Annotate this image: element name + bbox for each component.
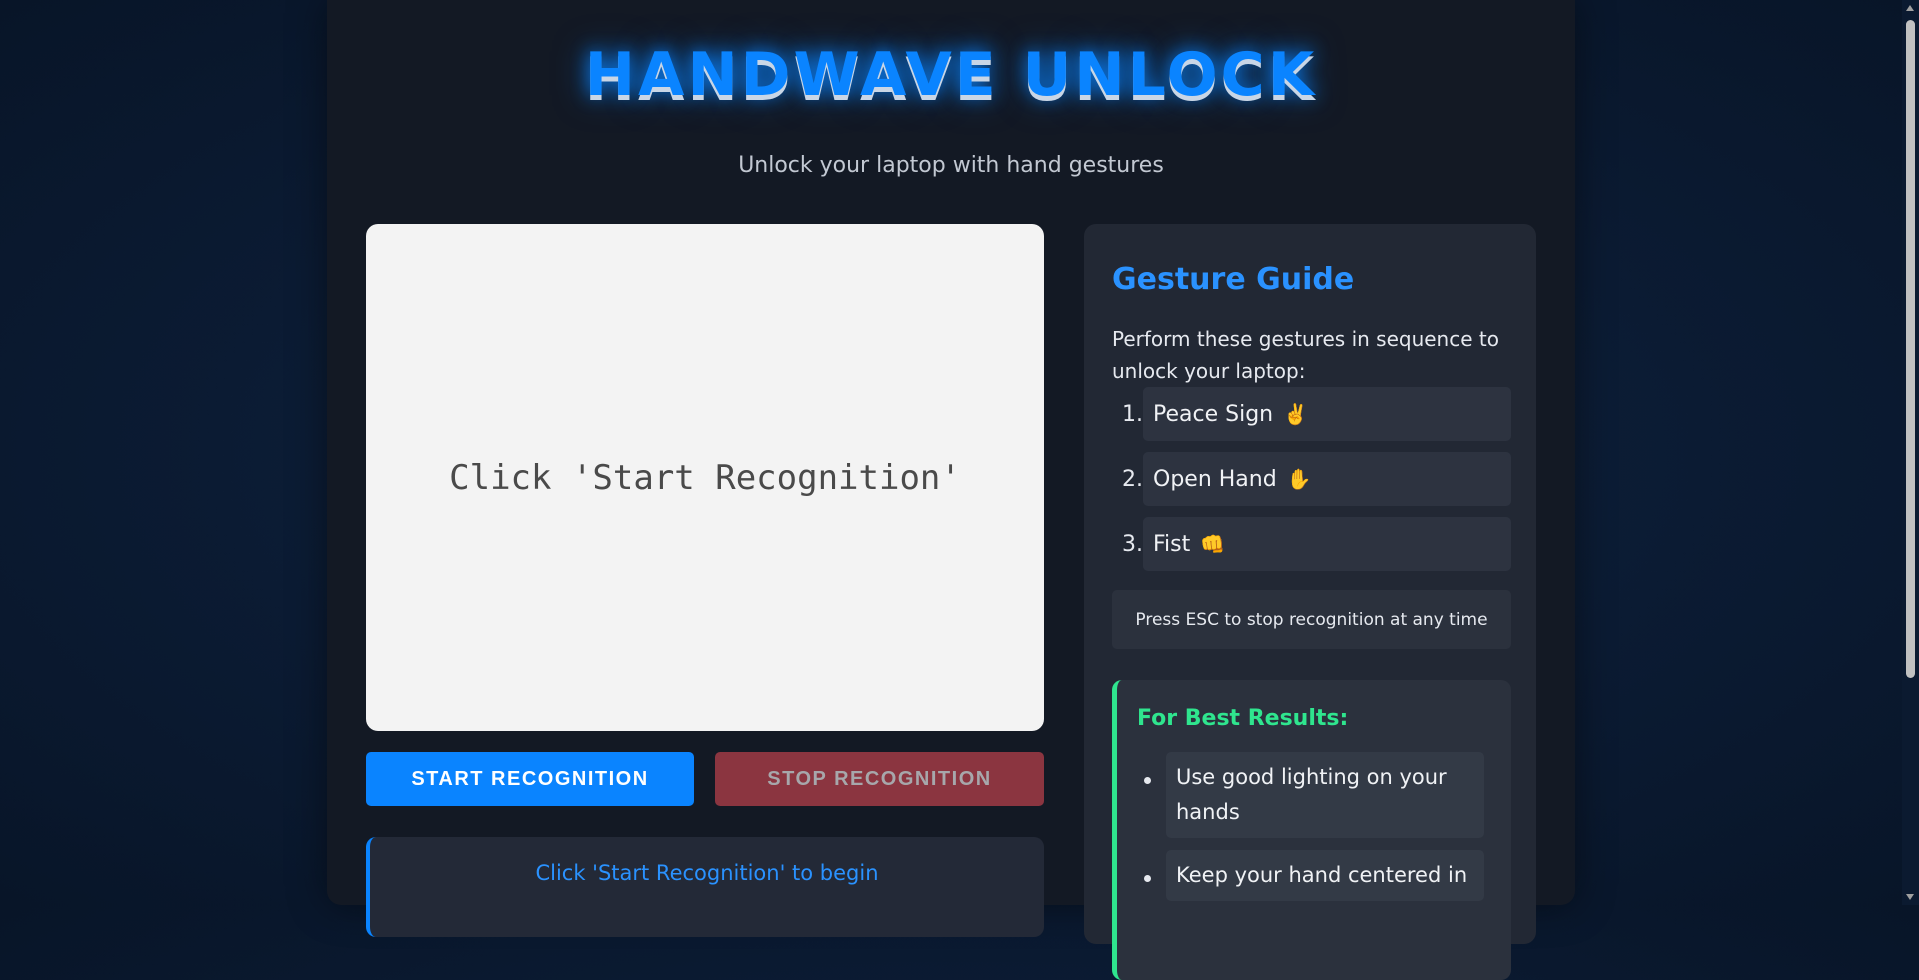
fist-icon: 👊 bbox=[1200, 532, 1226, 556]
page-subtitle: Unlock your laptop with hand gestures bbox=[738, 153, 1164, 178]
start-recognition-button[interactable]: START RECOGNITION bbox=[366, 752, 694, 806]
scroll-up-icon[interactable] bbox=[1906, 5, 1914, 11]
tips-title: For Best Results: bbox=[1137, 706, 1349, 731]
video-placeholder-text: Click 'Start Recognition' bbox=[449, 457, 961, 498]
gesture-guide-panel: Gesture Guide Perform these gestures in … bbox=[1084, 224, 1536, 980]
stop-recognition-button[interactable]: STOP RECOGNITION bbox=[715, 752, 1044, 806]
gesture-guide-title: Gesture Guide bbox=[1112, 262, 1355, 297]
tip-item: Use good lighting on your hands bbox=[1166, 752, 1484, 838]
gesture-step: Fist 👊 bbox=[1143, 517, 1511, 571]
gesture-step: Peace Sign ✌️ bbox=[1143, 387, 1511, 441]
page-scrollbar[interactable] bbox=[1902, 0, 1919, 905]
gesture-step: Open Hand ✋ bbox=[1143, 452, 1511, 506]
app-container: HANDWAVE UNLOCK Unlock your laptop with … bbox=[327, 0, 1575, 980]
gesture-step-label: Open Hand bbox=[1153, 466, 1277, 492]
scroll-down-icon[interactable] bbox=[1906, 894, 1914, 900]
esc-hint: Press ESC to stop recognition at any tim… bbox=[1112, 590, 1511, 649]
open-hand-icon: ✋ bbox=[1286, 467, 1312, 491]
step-number: 3. bbox=[1122, 532, 1143, 557]
tips-panel: For Best Results: Use good lighting on y… bbox=[1112, 680, 1511, 980]
status-message: Click 'Start Recognition' to begin bbox=[535, 861, 879, 885]
video-preview: Click 'Start Recognition' bbox=[366, 224, 1044, 731]
scrollbar-thumb[interactable] bbox=[1906, 20, 1915, 678]
bullet-icon bbox=[1144, 777, 1151, 784]
gesture-step-label: Peace Sign bbox=[1153, 401, 1274, 427]
gesture-step-label: Fist bbox=[1153, 531, 1191, 557]
tip-item: Keep your hand centered in bbox=[1166, 850, 1484, 901]
peace-sign-icon: ✌️ bbox=[1283, 402, 1309, 426]
status-panel: Click 'Start Recognition' to begin bbox=[366, 837, 1044, 937]
gesture-guide-intro: Perform these gestures in sequence to un… bbox=[1112, 327, 1499, 383]
page-title: HANDWAVE UNLOCK bbox=[584, 40, 1318, 110]
step-number: 1. bbox=[1122, 402, 1143, 427]
step-number: 2. bbox=[1122, 467, 1143, 492]
bullet-icon bbox=[1144, 875, 1151, 882]
